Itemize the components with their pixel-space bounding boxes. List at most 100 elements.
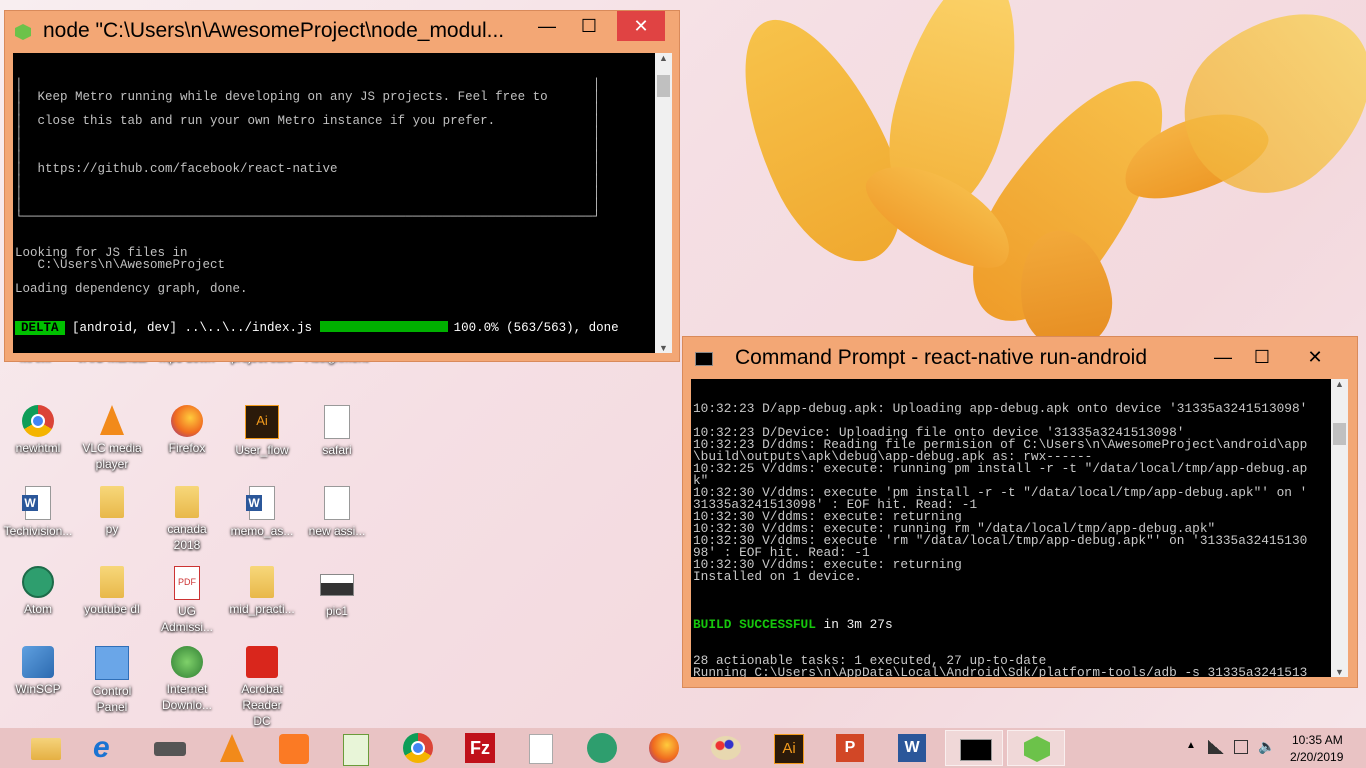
scroll-thumb[interactable] xyxy=(657,75,670,97)
desktop-icon-idm[interactable]: Internet Downlo... xyxy=(149,646,225,713)
close-button[interactable]: ✕ xyxy=(1293,342,1337,372)
maximize-button[interactable]: ☐ xyxy=(1240,342,1284,372)
scroll-down-arrow[interactable]: ▼ xyxy=(655,343,672,353)
tray-chevron-up-icon[interactable]: ▲ xyxy=(1186,740,1196,751)
minimize-button[interactable]: — xyxy=(525,11,569,41)
desktop-icon-control-panel[interactable]: Control Panel xyxy=(74,646,150,715)
desktop-icon-label: newhtml xyxy=(15,441,61,455)
notepad-plus-icon[interactable] xyxy=(327,730,385,766)
desktop-icon-acrobat[interactable]: Acrobat Reader DC xyxy=(224,646,300,729)
scroll-up-arrow[interactable]: ▲ xyxy=(655,53,672,63)
blank-document-icon[interactable] xyxy=(511,730,569,766)
desktop-icon-ug-admission[interactable]: PDF UG Admissi... xyxy=(149,566,225,635)
scanner-icon[interactable] xyxy=(141,730,199,766)
scroll-down-arrow[interactable]: ▼ xyxy=(1331,667,1348,677)
network-signal-icon[interactable] xyxy=(1208,740,1224,754)
text-file-icon xyxy=(324,405,350,439)
firefox-icon xyxy=(171,405,203,437)
vlc-icon[interactable] xyxy=(203,730,261,766)
scroll-thumb[interactable] xyxy=(1333,423,1346,445)
desktop-icon-winscp[interactable]: WinSCP xyxy=(0,646,76,697)
desktop-icon-user-flow[interactable]: Ai User_flow xyxy=(224,405,300,458)
delta-progress-text: 100.0% (563/563), done xyxy=(453,321,619,335)
title-bar[interactable]: Command Prompt - react-native run-androi… xyxy=(683,337,1357,377)
close-button[interactable]: ✕ xyxy=(617,11,665,41)
vlc-icon xyxy=(96,405,128,437)
file-explorer-icon[interactable] xyxy=(17,730,75,766)
maximize-button[interactable]: ☐ xyxy=(567,11,611,41)
speaker-icon[interactable]: 🔈 xyxy=(1258,738,1275,755)
desktop-icon-label: User_flow xyxy=(235,443,289,457)
desktop-icon-atom[interactable]: Atom xyxy=(0,566,76,617)
clock-date[interactable]: 2/20/2019 xyxy=(1290,750,1343,764)
internet-explorer-icon[interactable]: e xyxy=(79,730,137,766)
powerpoint-icon[interactable]: P xyxy=(821,730,879,766)
chrome-icon[interactable] xyxy=(389,730,447,766)
command-prompt-window[interactable]: Command Prompt - react-native run-androi… xyxy=(682,336,1358,688)
node-icon[interactable] xyxy=(1007,730,1065,766)
console-output[interactable]: │ │ │ Keep Metro running while developing… xyxy=(13,53,659,353)
node-icon xyxy=(15,24,31,40)
command-prompt-icon[interactable] xyxy=(945,730,1003,766)
desktop-icon-label: canada 2018 xyxy=(167,522,207,552)
desktop-icon-mid-practice[interactable]: mid_practi... xyxy=(224,566,300,617)
console-lines: 28 actionable tasks: 1 executed, 27 up-t… xyxy=(691,654,1331,677)
scroll-up-arrow[interactable]: ▲ xyxy=(1331,379,1348,389)
desktop-icon-newhtml[interactable]: newhtml xyxy=(0,405,76,456)
paint-icon[interactable] xyxy=(697,730,755,766)
desktop-icon-canada-2018[interactable]: canada 2018 xyxy=(149,486,225,553)
clock-time[interactable]: 10:35 AM xyxy=(1292,733,1343,747)
firefox-icon[interactable] xyxy=(635,730,693,766)
desktop-icon-label: Internet Downlo... xyxy=(161,682,213,712)
console-line: 10:32:25 V/ddms: execute: running pm ins… xyxy=(693,461,1308,476)
battery-icon[interactable] xyxy=(1234,740,1248,754)
desktop-icon-safari[interactable]: safari xyxy=(299,405,375,458)
desktop-icon-techivision[interactable]: Techivision... xyxy=(0,486,76,539)
desktop-icon-label: Acrobat Reader DC xyxy=(241,682,283,728)
metro-node-window[interactable]: node "C:\Users\n\AwesomeProject\node_mod… xyxy=(4,10,680,362)
desktop-icon-firefox[interactable]: Firefox xyxy=(149,405,225,456)
console-line: └───────────────────────────────────────… xyxy=(15,210,601,224)
folder-icon xyxy=(100,566,124,598)
desktop-icon-label: VLC media player xyxy=(82,441,142,471)
desktop-icon-label: WinSCP xyxy=(15,682,61,696)
atom-icon[interactable] xyxy=(573,730,631,766)
console-line: Installed on 1 device. xyxy=(693,569,862,584)
console-line: C:\Users\n\AwesomeProject xyxy=(15,258,226,272)
desktop-icon-memo[interactable]: memo_as... xyxy=(224,486,300,539)
text-file-icon xyxy=(324,486,350,520)
illustrator-file-icon: Ai xyxy=(245,405,279,439)
desktop-icon-vlc[interactable]: VLC media player xyxy=(74,405,150,472)
acrobat-icon xyxy=(246,646,278,678)
console-output[interactable]: 10:32:23 D/app-debug.apk: Uploading app-… xyxy=(691,379,1331,677)
build-time-text: in 3m 27s xyxy=(815,617,893,632)
window-title: node "C:\Users\n\AwesomeProject\node_mod… xyxy=(43,19,505,42)
desktop-icon-new-assi[interactable]: new assi... xyxy=(299,486,375,539)
console-lines: │ │ │ Keep Metro running while developing… xyxy=(13,77,659,297)
build-success-text: BUILD SUCCESSFUL xyxy=(693,617,816,632)
folder-icon xyxy=(250,566,274,598)
folder-icon xyxy=(175,486,199,518)
vertical-scrollbar[interactable]: ▲ ▼ xyxy=(655,53,672,353)
illustrator-icon[interactable]: Ai xyxy=(759,730,817,766)
minimize-button[interactable]: — xyxy=(1201,342,1245,372)
desktop-icon-pic1[interactable]: pic1 xyxy=(299,566,375,619)
word-icon[interactable]: W xyxy=(883,730,941,766)
pdf-icon: PDF xyxy=(174,566,200,600)
desktop-icon-label: safari xyxy=(322,443,352,457)
desktop-icon-label: mid_practi... xyxy=(229,602,295,616)
filezilla-icon[interactable]: Fz xyxy=(451,730,509,766)
delta-progress-bar xyxy=(319,321,448,332)
vertical-scrollbar[interactable]: ▲ ▼ xyxy=(1331,379,1348,677)
desktop-icon-label: new assi... xyxy=(308,524,366,538)
desktop-icon-youtube-dl[interactable]: youtube dl xyxy=(74,566,150,617)
console-line: Loading dependency graph, done. xyxy=(15,282,248,296)
desktop-icon-label: Techivision... xyxy=(3,524,73,538)
desktop-icon-label: py xyxy=(105,522,119,536)
xampp-icon[interactable] xyxy=(265,730,323,766)
desktop-icon-py[interactable]: py xyxy=(74,486,150,537)
desktop-icon-label: youtube dl xyxy=(84,602,140,616)
title-bar[interactable]: node "C:\Users\n\AwesomeProject\node_mod… xyxy=(5,11,679,51)
